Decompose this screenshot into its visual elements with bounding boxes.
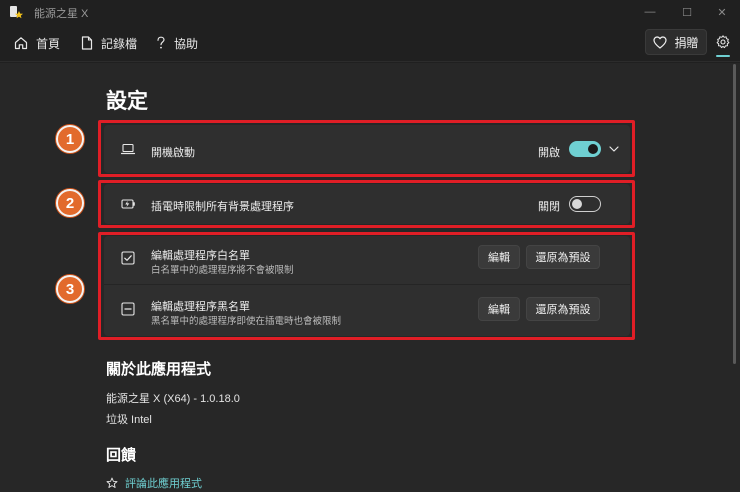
annotation-marker-1: 1	[56, 125, 84, 153]
maximize-icon: ☐	[682, 6, 692, 19]
scrollbar[interactable]	[733, 64, 736, 364]
about-section-title: 關於此應用程式	[106, 361, 212, 378]
annotation-box-1	[98, 120, 635, 177]
minimize-icon: —	[644, 6, 656, 18]
annotation-box-3	[98, 232, 635, 340]
close-button[interactable]: ✕	[712, 3, 732, 21]
rate-app-label: 評論此應用程式	[125, 478, 202, 490]
nav-log[interactable]: 記錄檔	[81, 34, 137, 52]
nav-help[interactable]: 協助	[156, 34, 198, 52]
question-icon	[157, 36, 165, 49]
feedback-section-title: 回饋	[106, 447, 137, 464]
star-icon	[106, 477, 118, 488]
home-icon	[14, 37, 28, 50]
annotation-box-2	[98, 180, 635, 228]
minimize-button[interactable]: —	[640, 3, 660, 21]
window-title: 能源之星 X	[34, 8, 89, 20]
nav-log-label: 記錄檔	[101, 36, 138, 51]
settings-active-indicator	[716, 55, 730, 57]
donate-label: 捐贈	[674, 35, 699, 50]
gear-icon	[716, 35, 730, 49]
rate-app-link[interactable]: 評論此應用程式	[106, 475, 202, 491]
page-title: 設定	[106, 90, 148, 113]
annotation-marker-2: 2	[56, 189, 84, 217]
nav-home-label: 首頁	[36, 36, 61, 51]
annotation-marker-3: 3	[56, 275, 84, 303]
app-author: 垃圾 Intel	[106, 414, 152, 426]
close-icon: ✕	[717, 6, 727, 19]
nav-help-label: 協助	[174, 36, 199, 51]
heart-icon	[653, 35, 668, 49]
donate-button[interactable]: 捐贈	[645, 29, 707, 55]
app-version: 能源之星 X (X64) - 1.0.18.0	[106, 393, 240, 405]
settings-button[interactable]	[713, 32, 733, 52]
app-logo-icon	[10, 6, 23, 19]
nav-home[interactable]: 首頁	[14, 34, 60, 52]
nav-bar: 首頁 記錄檔 協助	[0, 24, 740, 62]
maximize-button[interactable]: ☐	[677, 3, 697, 21]
document-icon	[81, 36, 93, 50]
title-bar: 能源之星 X — ☐ ✕	[0, 0, 740, 24]
